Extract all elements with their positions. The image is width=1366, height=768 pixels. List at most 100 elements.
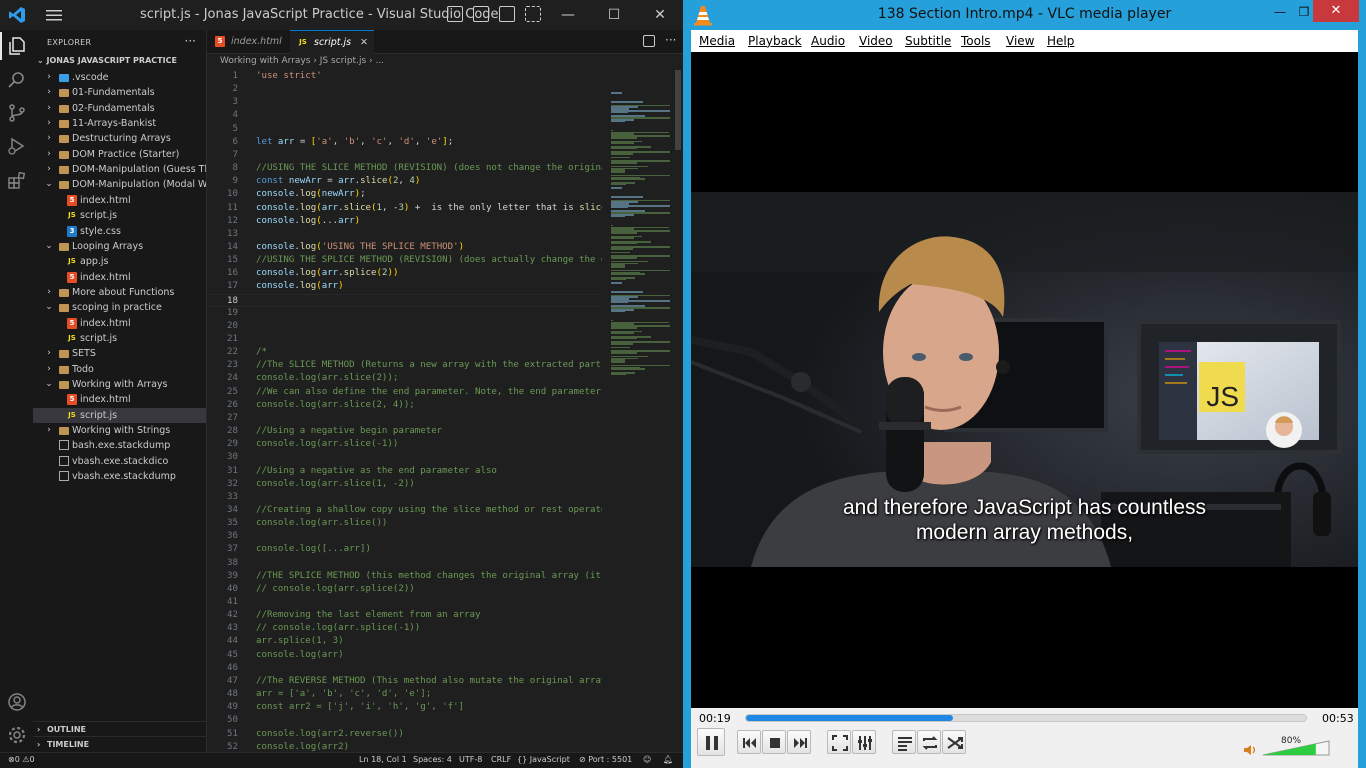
code-line[interactable]: 44 arr.splice(1, 3) [207, 635, 602, 648]
source-control-icon[interactable] [6, 102, 28, 124]
editor-more-actions-icon[interactable]: ··· [665, 33, 676, 47]
extended-settings-button[interactable] [852, 730, 876, 754]
code-line[interactable]: 29 console.log(arr.slice(-1)) [207, 438, 602, 451]
code-line[interactable]: 49 const arr2 = ['j', 'i', 'h', 'g', 'f'] [207, 701, 602, 714]
settings-gear-icon[interactable] [6, 724, 28, 746]
code-line[interactable]: 50 [207, 714, 602, 727]
menu-subtitle[interactable]: Subtitle [905, 34, 951, 48]
menu-view[interactable]: View [1006, 34, 1034, 48]
code-line[interactable]: 41 [207, 596, 602, 609]
menu-video[interactable]: Video [859, 34, 893, 48]
tree-folder[interactable]: › Working with Strings [33, 423, 206, 438]
code-line[interactable]: 11 console.log(arr.slice(1, -3) + is the … [207, 202, 602, 215]
code-line[interactable]: 23 //The SLICE METHOD (Returns a new arra… [207, 359, 602, 372]
tree-folder[interactable]: ⌄ Looping Arrays [33, 239, 206, 254]
notifications-bell-icon[interactable]: 🔔︎ [663, 755, 673, 764]
code-line[interactable]: 48 arr = ['a', 'b', 'c', 'd', 'e']; [207, 688, 602, 701]
tree-file[interactable]: 5 index.html [33, 392, 206, 407]
code-line[interactable]: 16 console.log(arr.splice(2)) [207, 267, 602, 280]
tab-index-html[interactable]: 5 index.html [207, 30, 289, 54]
code-line[interactable]: 47 //The REVERSE METHOD (This method also… [207, 675, 602, 688]
live-server-port[interactable]: ⊘ Port : 5501 [579, 755, 632, 764]
hamburger-menu-icon[interactable] [44, 7, 64, 23]
explorer-more-actions-icon[interactable]: ··· [185, 34, 196, 48]
tree-file[interactable]: JS script.js [33, 407, 206, 423]
tree-file[interactable]: JS script.js [33, 208, 206, 223]
code-line[interactable]: 36 [207, 530, 602, 543]
code-line[interactable]: 17 console.log(arr) [207, 280, 602, 293]
code-line[interactable]: 15 //USING THE SPLICE METHOD (REVISION) (… [207, 254, 602, 267]
extensions-icon[interactable] [6, 169, 28, 191]
code-line[interactable]: 13 [207, 228, 602, 241]
tree-folder[interactable]: › Destructuring Arrays [33, 131, 206, 146]
code-line[interactable]: 39 //THE SPLICE METHOD (this method chang… [207, 570, 602, 583]
menu-help[interactable]: Help [1047, 34, 1074, 48]
code-line[interactable]: 28 //Using a negative begin parameter [207, 425, 602, 438]
tree-folder[interactable]: › 11-Arrays-Bankist [33, 116, 206, 131]
customize-layout-icon[interactable] [525, 6, 541, 22]
tree-folder[interactable]: › DOM-Manipulation (Guess The ... [33, 162, 206, 177]
close-button[interactable]: ✕ [637, 0, 683, 30]
split-editor-icon[interactable] [643, 35, 655, 47]
tree-folder[interactable]: ⌄ scoping in practice [33, 300, 206, 315]
code-line[interactable]: 18 [207, 293, 602, 307]
fullscreen-button[interactable] [827, 730, 851, 754]
tab-script-js[interactable]: JS script.js ✕ [290, 30, 374, 54]
shuffle-button[interactable] [942, 730, 966, 754]
pause-button[interactable] [697, 728, 725, 756]
problems-indicator[interactable]: ⊗0 ⚠0 [8, 755, 35, 764]
tree-folder[interactable]: › Todo [33, 362, 206, 377]
previous-button[interactable] [737, 730, 761, 754]
timeline-section[interactable]: › TIMELINE [33, 736, 207, 751]
account-icon[interactable] [6, 691, 28, 713]
maximize-button[interactable]: ☐ [591, 0, 637, 30]
menu-playback[interactable]: Playback [748, 34, 802, 48]
code-line[interactable]: 12 console.log(...arr) [207, 215, 602, 228]
code-line[interactable]: 32 console.log(arr.slice(1, -2)) [207, 478, 602, 491]
tree-folder[interactable]: › 01-Fundamentals [33, 85, 206, 100]
code-line[interactable]: 33 [207, 491, 602, 504]
code-line[interactable]: 19 [207, 307, 602, 320]
breadcrumb[interactable]: Working with Arrays › JS script.js › ... [220, 56, 384, 66]
stop-button[interactable] [762, 730, 786, 754]
toggle-primary-sidebar-icon[interactable] [447, 6, 463, 22]
tree-folder[interactable]: ⌄ Working with Arrays [33, 377, 206, 392]
language-mode[interactable]: {} JavaScript [517, 755, 570, 764]
speaker-icon[interactable] [1243, 744, 1257, 756]
explorer-icon[interactable] [6, 35, 28, 57]
indentation[interactable]: Spaces: 4 [413, 755, 452, 764]
code-line[interactable]: 42 //Removing the last element from an ar… [207, 609, 602, 622]
volume-slider[interactable] [1261, 735, 1331, 757]
menu-media[interactable]: Media [699, 34, 735, 48]
code-line[interactable]: 22 /* [207, 346, 602, 359]
code-line[interactable]: 2 [207, 83, 602, 96]
tree-folder[interactable]: ⌄ DOM-Manipulation (Modal Win... [33, 177, 206, 192]
tree-file[interactable]: vbash.exe.stackdico [33, 454, 206, 469]
menu-audio[interactable]: Audio [811, 34, 845, 48]
code-line[interactable]: 37 console.log([...arr]) [207, 543, 602, 556]
code-line[interactable]: 30 [207, 451, 602, 464]
encoding[interactable]: UTF-8 [459, 755, 482, 764]
code-line[interactable]: 25 //We can also define the end parameter… [207, 386, 602, 399]
tree-file[interactable]: 3 style.css [33, 224, 206, 239]
code-line[interactable]: 3 [207, 96, 602, 109]
code-line[interactable]: 24 console.log(arr.slice(2)); [207, 372, 602, 385]
tree-folder[interactable]: › 02-Fundamentals [33, 101, 206, 116]
code-line[interactable]: 40 // console.log(arr.splice(2)) [207, 583, 602, 596]
code-line[interactable]: 45 console.log(arr) [207, 649, 602, 662]
vlc-close-button[interactable]: ✕ [1313, 0, 1359, 22]
seek-bar[interactable] [745, 714, 1307, 722]
code-line[interactable]: 6 let arr = ['a', 'b', 'c', 'd', 'e']; [207, 136, 602, 149]
run-debug-icon[interactable] [6, 135, 28, 157]
search-icon[interactable] [6, 69, 28, 91]
outline-section[interactable]: › OUTLINE [33, 721, 207, 736]
code-line[interactable]: 9 const newArr = arr.slice(2, 4) [207, 175, 602, 188]
code-line[interactable]: 1 'use strict' [207, 70, 602, 83]
tree-file[interactable]: bash.exe.stackdump [33, 438, 206, 453]
editor-scrollbar[interactable] [675, 70, 681, 150]
code-line[interactable]: 43 // console.log(arr.splice(-1)) [207, 622, 602, 635]
code-line[interactable]: 14 console.log('USING THE SPLICE METHOD') [207, 241, 602, 254]
toggle-secondary-sidebar-icon[interactable] [499, 6, 515, 22]
menu-tools[interactable]: Tools [961, 34, 991, 48]
tree-folder[interactable]: › DOM Practice (Starter) [33, 147, 206, 162]
